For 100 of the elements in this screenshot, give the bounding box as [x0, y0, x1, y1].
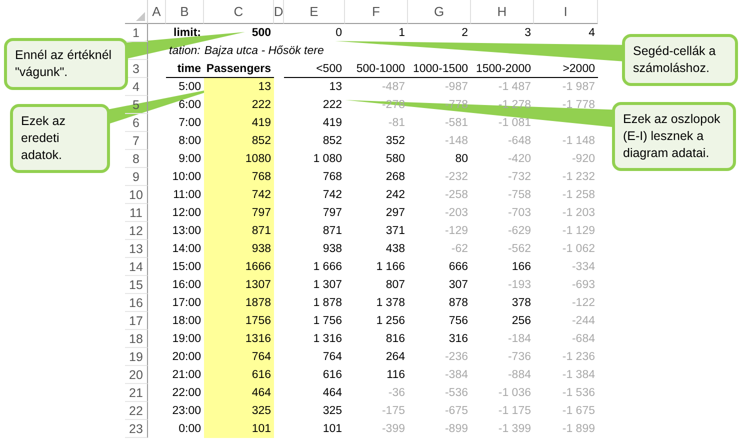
column-header[interactable]: F: [345, 0, 408, 24]
time-cell-text: 20:00: [171, 350, 202, 365]
passengers-cell: 325: [204, 402, 274, 420]
table-cell-text: -1 236: [561, 350, 596, 365]
column-header[interactable]: E: [284, 0, 345, 24]
table-cell-text: -236: [444, 350, 469, 365]
table-cell-text: -1 487: [497, 80, 532, 95]
time-cell-text: 19:00: [171, 332, 202, 347]
row-number[interactable]: 22: [125, 402, 148, 420]
row-number[interactable]: 18: [125, 330, 148, 348]
passengers-cell: 616: [204, 366, 274, 384]
table-cell-text: -487: [380, 80, 406, 95]
column-header[interactable]: C: [204, 0, 274, 24]
column-header[interactable]: A: [148, 0, 166, 24]
table-cell-text: 307: [448, 278, 469, 293]
table-cell-text: 13: [328, 80, 343, 95]
passengers-cell: 1756: [204, 312, 274, 330]
table-cell-text: 764: [322, 350, 343, 365]
table-cell-text: -36: [387, 386, 406, 401]
table-cell-text: 797: [322, 206, 343, 221]
column-header[interactable]: D: [274, 0, 284, 24]
row-number[interactable]: 21: [125, 384, 148, 402]
callout-note: Ezek az oszlopok (E-I) lesznek a diagram adatai.: [612, 102, 736, 171]
table-cell-text: -1 675: [561, 404, 596, 419]
table-cell-text: 1 756: [312, 314, 343, 329]
time-cell-text: 0:00: [178, 422, 202, 437]
table-cell-text: -1 081: [497, 116, 532, 131]
time-cell-text: 6:00: [178, 98, 202, 113]
table-cell-text: -736: [506, 350, 532, 365]
station-name: Bajza utca - Hősök tere: [204, 45, 324, 57]
table-cell-text: -420: [506, 152, 532, 167]
time-cell-text: 18:00: [171, 314, 202, 329]
table-cell-text: -203: [444, 206, 469, 221]
table-cell-text: -1 384: [561, 368, 596, 383]
range-header: 1500-2000: [471, 60, 534, 78]
row-number[interactable]: 10: [125, 186, 148, 204]
table-cell-text: -399: [380, 422, 406, 437]
table-cell-text: 325: [322, 404, 343, 419]
table-cell-text: 242: [384, 188, 406, 203]
column-header[interactable]: I: [534, 0, 598, 24]
row-number[interactable]: 19: [125, 348, 148, 366]
table-cell-text: 256: [510, 314, 532, 329]
table-cell-text: 852: [322, 134, 343, 149]
table-cell-text: 464: [322, 386, 343, 401]
column-header[interactable]: B: [166, 0, 204, 24]
time-cell-text: 22:00: [171, 386, 202, 401]
passengers-cell: 852: [204, 132, 274, 150]
table-cell-text: 1 307: [312, 278, 343, 293]
passengers-cell: 938: [204, 240, 274, 258]
passengers-cell: 1316: [204, 330, 274, 348]
table-cell-text: 1 080: [312, 152, 343, 167]
table-cell-text: -684: [570, 332, 596, 347]
table-cell-text: 580: [384, 152, 406, 167]
step-cell-text: 1: [398, 26, 406, 41]
step-cell-text: 2: [460, 26, 469, 41]
time-cell-text: 13:00: [171, 224, 202, 239]
table-cell-text: -129: [444, 224, 469, 239]
table-cell-text: 166: [510, 260, 532, 275]
row-number[interactable]: 20: [125, 366, 148, 384]
row-number[interactable]: 14: [125, 258, 148, 276]
table-cell-text: -258: [444, 188, 469, 203]
table-cell-text: -1 536: [561, 386, 596, 401]
row-number[interactable]: 6: [125, 114, 148, 132]
table-cell-text: -122: [570, 296, 596, 311]
step-cell-text: 0: [334, 26, 343, 41]
row-number[interactable]: 13: [125, 240, 148, 258]
time-cell-text: 12:00: [171, 206, 202, 221]
table-cell-text: -675: [444, 404, 469, 419]
column-header[interactable]: H: [471, 0, 534, 24]
table-cell-text: 101: [322, 422, 343, 437]
row-number[interactable]: 8: [125, 150, 148, 168]
time-cell-text: 10:00: [171, 170, 202, 185]
table-cell-text: 1 878: [312, 296, 343, 311]
select-all-icon[interactable]: [136, 12, 145, 21]
time-cell-text: 17:00: [171, 296, 202, 311]
range-header: 1000-1500: [408, 60, 471, 78]
row-number[interactable]: 15: [125, 276, 148, 294]
table-cell-text: -629: [506, 224, 532, 239]
time-cell-text: 5:00: [178, 80, 202, 95]
table-cell-text: -1 062: [561, 242, 596, 257]
row-number[interactable]: 17: [125, 312, 148, 330]
table-cell-text: 768: [322, 170, 343, 185]
row-number[interactable]: 23: [125, 420, 148, 438]
table-cell-text: -758: [506, 188, 532, 203]
time-cell-text: 16:00: [171, 278, 202, 293]
column-header[interactable]: G: [408, 0, 471, 24]
table-cell-text: -232: [444, 170, 469, 185]
table-cell-text: -703: [506, 206, 532, 221]
row-number[interactable]: 16: [125, 294, 148, 312]
table-cell-text: 264: [384, 350, 406, 365]
row-number[interactable]: 11: [125, 204, 148, 222]
table-cell-text: 378: [510, 296, 532, 311]
step-cell-text: 4: [588, 26, 596, 41]
table-cell-text: -184: [506, 332, 532, 347]
row-number[interactable]: 12: [125, 222, 148, 240]
callout-note: Segéd-cellák a számoláshoz.: [622, 34, 738, 86]
time-cell-text: 23:00: [171, 404, 202, 419]
table-cell-text: -1 203: [561, 206, 596, 221]
row-number[interactable]: 9: [125, 168, 148, 186]
row-number[interactable]: 7: [125, 132, 148, 150]
